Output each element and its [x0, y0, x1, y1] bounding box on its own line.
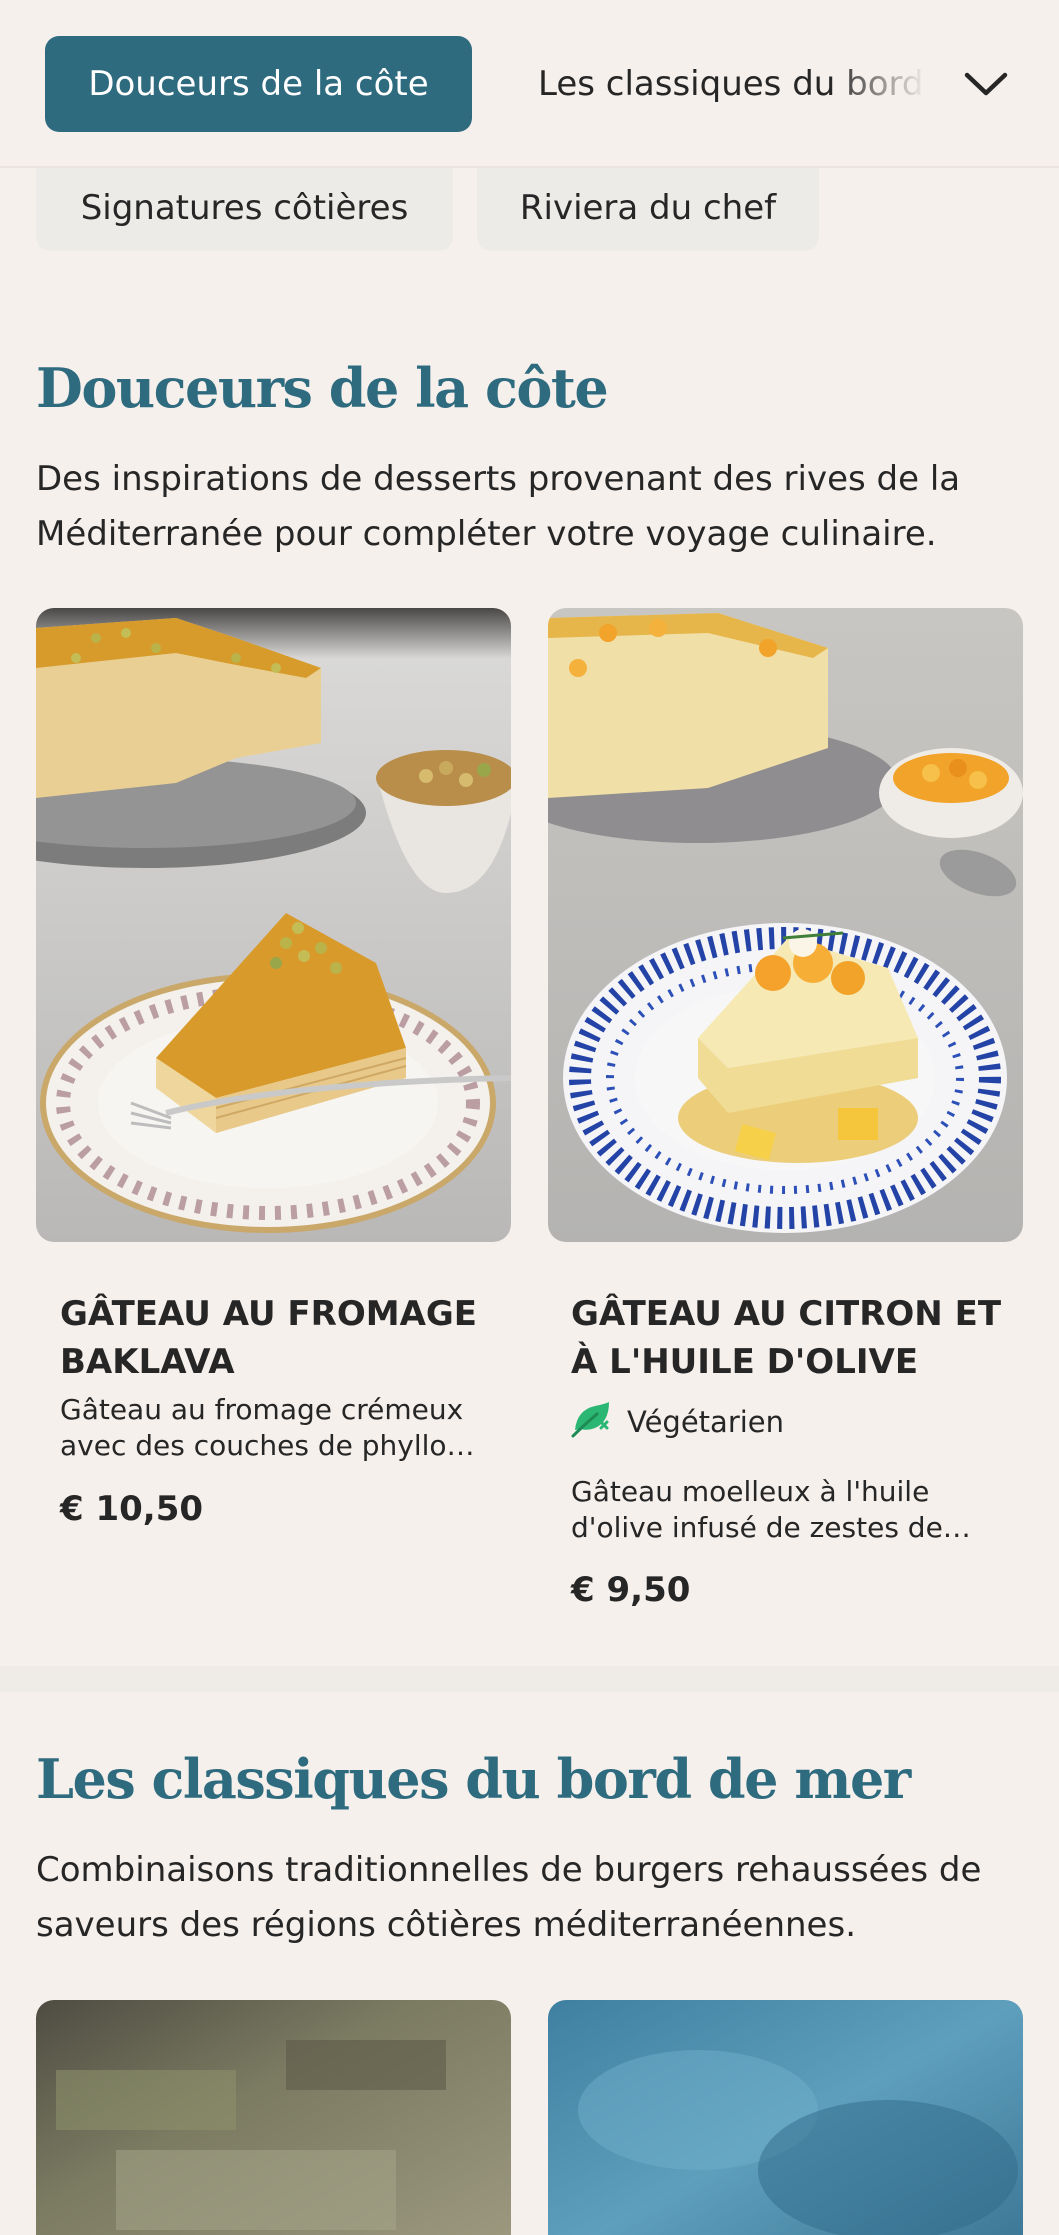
category-tab-bar: Douceurs de la côte Les classiques du bo… [0, 0, 1059, 168]
item-price: € 10,50 [60, 1489, 204, 1529]
vegetarian-label: Végétarien [627, 1405, 785, 1439]
burger-image-placeholder[interactable] [548, 2000, 1023, 2235]
section-title: Les classiques du bord de mer [36, 1747, 911, 1811]
item-price: € 9,50 [571, 1570, 691, 1610]
section-title: Douceurs de la côte [36, 356, 609, 420]
section-description: Des inspirations de desserts provenant d… [36, 459, 961, 554]
tab-label: Signatures côtières [80, 188, 409, 228]
item-description: Gâteau moelleux à l'huile d'olive infusé… [571, 1475, 971, 1544]
item-name[interactable]: GÂTEAU AU CITRON ET À L'HUILE D'OLIVE [571, 1290, 1011, 1386]
section-divider [0, 1666, 1059, 1692]
vegetarian-badge: Végétarien [571, 1400, 784, 1444]
tab-riviera-du-chef[interactable]: Riviera du chef [477, 165, 819, 251]
tab-signatures-cotieres[interactable]: Signatures côtières [36, 165, 453, 251]
section-description: Combinaisons traditionnelles de burgers … [36, 1850, 982, 1945]
item-name[interactable]: GÂTEAU AU FROMAGE BAKLAVA [60, 1290, 500, 1386]
tab-scroll-fade [830, 30, 960, 140]
burger-image-placeholder[interactable] [36, 2000, 511, 2235]
chevron-down-icon[interactable] [960, 58, 1012, 110]
vegetarian-icon [571, 1400, 613, 1445]
item-description: Gâteau au fromage crémeux avec des couch… [60, 1393, 475, 1462]
tab-label: Douceurs de la côte [88, 64, 429, 104]
lemon-olive-oil-cake-image[interactable] [548, 608, 1023, 1242]
tab-label: Riviera du chef [519, 188, 777, 228]
baklava-cheesecake-image[interactable] [36, 608, 511, 1242]
tab-douceurs-de-la-cote[interactable]: Douceurs de la côte [45, 36, 472, 132]
